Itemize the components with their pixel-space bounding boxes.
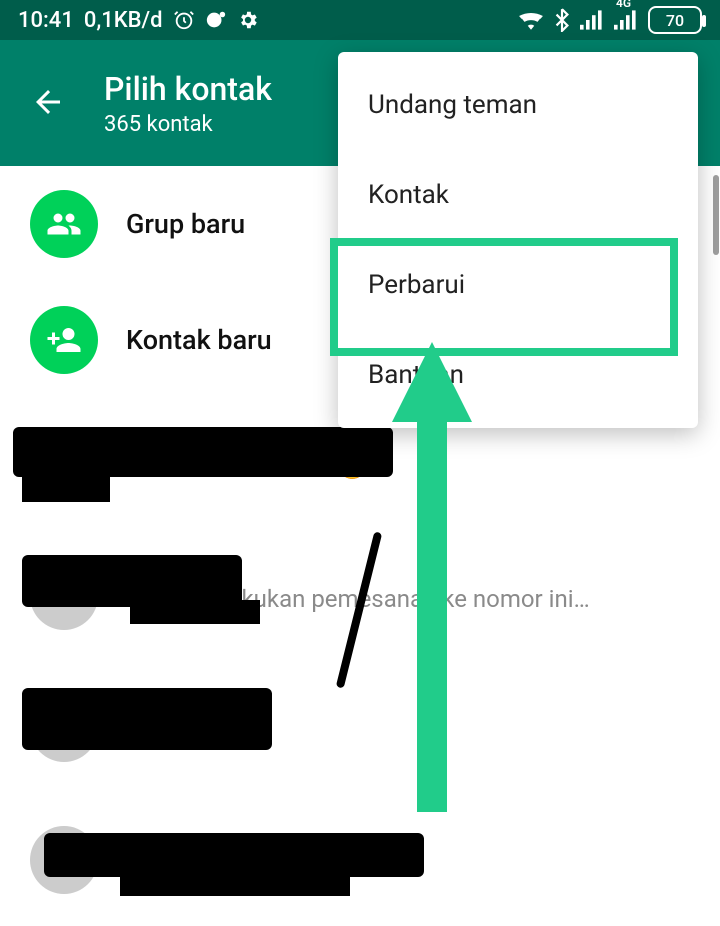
signal-icon — [580, 10, 604, 30]
scrollbar-thumb[interactable] — [713, 175, 719, 255]
menu-item-label: Bantuan — [368, 360, 464, 390]
overflow-menu: Undang teman Kontak Perbarui Bantuan — [338, 52, 698, 428]
signal2-icon: 4G — [614, 10, 638, 30]
menu-contacts[interactable]: Kontak — [338, 150, 698, 240]
new-group-label: Grup baru — [126, 208, 245, 240]
settings-gear-icon — [237, 9, 259, 31]
wifi-icon — [518, 10, 544, 30]
battery-indicator: 70 — [648, 6, 702, 34]
menu-invite-friends[interactable]: Undang teman — [338, 60, 698, 150]
dnd-icon — [205, 9, 227, 31]
status-time: 10:41 — [18, 8, 74, 33]
arrow-back-icon — [30, 84, 66, 123]
status-data-rate: 0,1KB/d — [84, 8, 163, 33]
page-title: Pilih kontak — [104, 70, 272, 108]
redaction — [22, 688, 272, 750]
redaction — [44, 833, 424, 877]
contact-count: 365 kontak — [104, 112, 272, 137]
group-icon — [30, 190, 98, 258]
menu-help[interactable]: Bantuan — [338, 330, 698, 420]
menu-refresh[interactable]: Perbarui — [338, 240, 698, 330]
redaction — [22, 462, 110, 502]
status-bar: 10:41 0,1KB/d 4G 70 — [0, 0, 720, 40]
bluetooth-icon — [554, 8, 570, 32]
battery-percent: 70 — [666, 11, 684, 30]
back-button[interactable] — [24, 79, 72, 127]
menu-item-label: Undang teman — [368, 90, 537, 120]
menu-item-label: Perbarui — [368, 270, 465, 300]
new-contact-label: Kontak baru — [126, 324, 272, 356]
add-contact-icon — [30, 306, 98, 374]
alarm-icon — [173, 9, 195, 31]
redaction — [120, 872, 350, 896]
redaction — [130, 600, 260, 624]
menu-item-label: Kontak — [368, 180, 449, 210]
